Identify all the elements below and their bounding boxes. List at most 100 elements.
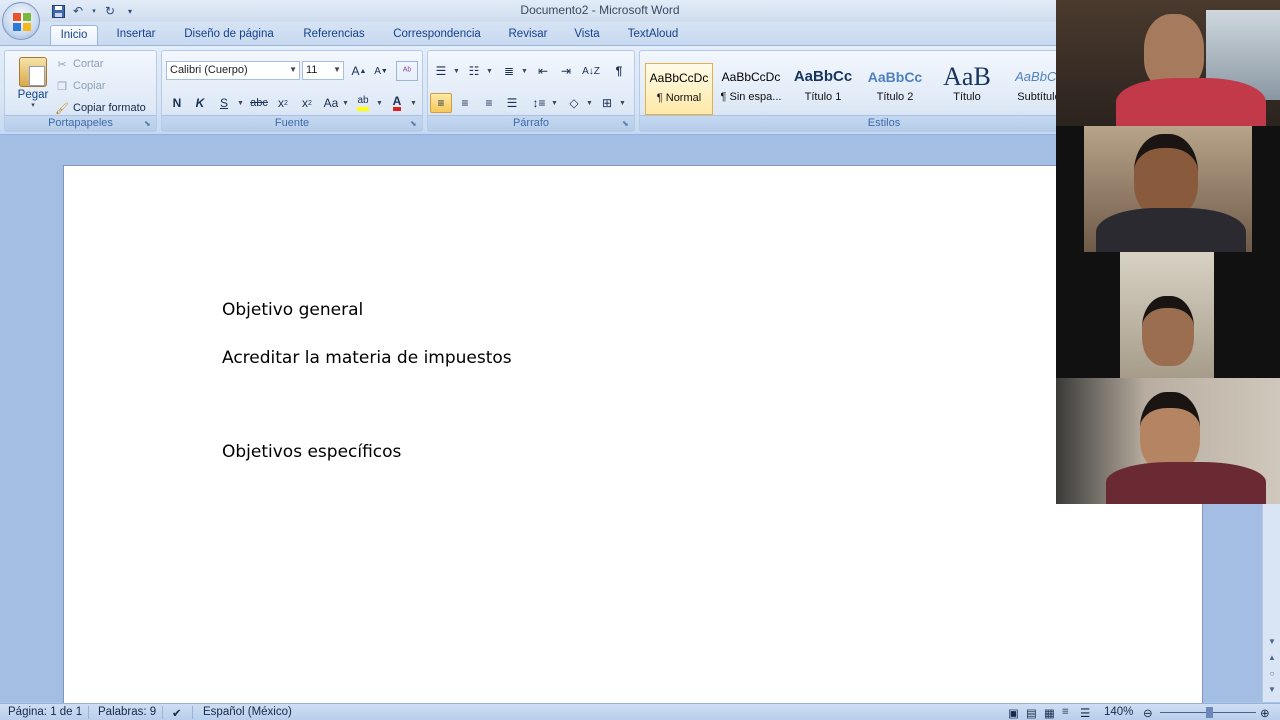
numbering-dropdown-icon[interactable]: ▼ [486,68,493,75]
browse-object-icon[interactable]: ○ [1265,667,1279,681]
save-icon[interactable] [50,3,66,19]
word-count[interactable]: Palabras: 9 [98,706,156,718]
borders-dropdown-icon[interactable]: ▼ [619,100,626,107]
line-spacing-dropdown-icon[interactable]: ▼ [551,100,558,107]
status-bar: Página: 1 de 1 Palabras: 9 ✔ Español (Mé… [0,703,1280,720]
grow-font-button[interactable]: A ▲ [348,61,370,81]
page-count[interactable]: Página: 1 de 1 [8,706,82,718]
document-page[interactable] [63,165,1203,705]
tab-correspondencia[interactable]: Correspondencia [386,25,488,46]
undo-icon[interactable]: ↶ [70,3,86,19]
shading-dropdown-icon[interactable]: ▼ [586,100,593,107]
zoom-in-icon[interactable]: ⊕ [1260,706,1270,720]
superscript-button[interactable]: x2 [296,93,318,113]
divider [88,706,89,719]
line-spacing-button[interactable]: ↕≡ [528,93,550,113]
change-case-dropdown-icon[interactable]: ▼ [342,100,349,107]
video-tile-participant-1[interactable] [1056,0,1280,126]
font-color-button[interactable]: A [386,93,408,113]
decrease-indent-button[interactable]: ⇤ [532,61,554,81]
shading-button[interactable]: ◇ [563,93,585,113]
undo-dropdown-icon[interactable]: ▾ [90,3,98,19]
full-screen-reading-icon[interactable]: ▤ [1026,706,1037,720]
web-layout-icon[interactable]: ▦ [1044,706,1055,720]
align-left-button[interactable]: ≡ [430,93,452,113]
print-layout-icon[interactable]: ▣ [1008,706,1019,720]
tab-revisar[interactable]: Revisar [502,25,554,46]
previous-page-icon[interactable]: ▲ [1265,651,1279,665]
zoom-level[interactable]: 140% [1104,706,1133,718]
style-no-spacing[interactable]: AaBbCcDc ¶ Sin espa... [717,63,785,115]
align-right-button[interactable]: ≡ [478,93,500,113]
font-size-value: 11 [306,64,318,76]
paste-dropdown-icon[interactable]: ▾ [11,101,55,109]
numbering-button[interactable]: ☷ [463,61,485,81]
style-heading-1[interactable]: AaBbCc Título 1 [789,63,857,115]
next-page-icon[interactable]: ▼ [1265,683,1279,697]
copy-button[interactable]: ❐ Copiar [55,77,105,95]
multilevel-list-button[interactable]: ≣ [498,61,520,81]
tab-referencias[interactable]: Referencias [296,25,372,46]
align-left-icon: ≡ [437,96,445,110]
tab-diseno-pagina[interactable]: Diseño de página [176,25,282,46]
style-normal[interactable]: AaBbCcDc ¶ Normal [645,63,713,115]
draft-view-icon[interactable]: ☰ [1080,706,1090,720]
justify-button[interactable]: ☰ [501,93,523,113]
tab-vista[interactable]: Vista [566,25,608,46]
borders-icon: ⊞ [601,96,613,110]
borders-button[interactable]: ⊞ [596,93,618,113]
style-name: Título 2 [876,91,914,103]
video-tile-participant-3[interactable] [1056,252,1280,378]
scroll-down-icon[interactable]: ▼ [1265,635,1279,649]
clear-formatting-button[interactable]: ᴬᵇ [396,61,418,81]
tab-inicio[interactable]: Inicio [50,25,98,46]
increase-indent-button[interactable]: ⇥ [555,61,577,81]
proofing-icon[interactable]: ✔ [172,706,182,720]
align-center-button[interactable]: ≡ [454,93,476,113]
bullets-dropdown-icon[interactable]: ▼ [453,68,460,75]
style-name: ¶ Normal [656,92,702,104]
zoom-out-icon[interactable]: ⊖ [1143,706,1153,720]
style-title[interactable]: AaB Título [933,63,1001,115]
sort-button[interactable]: A↓Z [580,61,602,81]
bold-button[interactable]: N [166,93,188,113]
styles-group-label: Estilos [640,115,1128,131]
tab-textaloud[interactable]: TextAloud [620,25,686,46]
change-case-button[interactable]: Aa [320,93,342,113]
style-name: ¶ Sin espa... [720,91,782,103]
clipboard-launcher-icon[interactable]: ⬊ [144,119,153,128]
highlight-button[interactable]: ab [352,93,374,113]
font-launcher-icon[interactable]: ⬊ [410,119,419,128]
style-preview: AaBbCcDc [649,71,709,85]
multilevel-list-icon: ≣ [503,64,515,78]
cut-button[interactable]: ✂ Cortar [55,55,103,73]
document-line: Objetivos específicos [222,442,402,462]
document-line: Objetivo general [222,300,364,320]
video-tile-participant-4[interactable] [1056,378,1280,504]
outline-view-icon[interactable]: ≡ [1062,706,1069,718]
shrink-font-button[interactable]: A ▼ [370,61,392,81]
customize-qat-icon[interactable]: ▾ [122,3,138,19]
video-tile-participant-2[interactable] [1056,126,1280,252]
italic-button[interactable]: K [189,93,211,113]
font-name-combo[interactable]: Calibri (Cuerpo) ▼ [166,61,300,80]
style-preview: AaBbCcDc [721,70,781,84]
underline-dropdown-icon[interactable]: ▼ [237,100,244,107]
bullets-button[interactable]: ☰ [430,61,452,81]
paste-button[interactable]: Pegar ▾ [11,55,55,113]
multilevel-dropdown-icon[interactable]: ▼ [521,68,528,75]
underline-button[interactable]: S [213,93,235,113]
highlight-dropdown-icon[interactable]: ▼ [376,100,383,107]
language-indicator[interactable]: Español (México) [203,706,292,718]
strikethrough-button[interactable]: abc [248,93,270,113]
tab-insertar[interactable]: Insertar [108,25,164,46]
subscript-button[interactable]: x2 [272,93,294,113]
style-heading-2[interactable]: AaBbCc Título 2 [861,63,929,115]
redo-icon[interactable]: ↻ [102,3,118,19]
font-color-dropdown-icon[interactable]: ▼ [410,100,417,107]
show-marks-button[interactable]: ¶ [608,61,630,81]
office-button[interactable] [2,2,40,40]
paragraph-launcher-icon[interactable]: ⬊ [622,119,631,128]
zoom-slider-thumb[interactable] [1206,707,1213,718]
font-size-combo[interactable]: 11 ▼ [302,61,344,80]
